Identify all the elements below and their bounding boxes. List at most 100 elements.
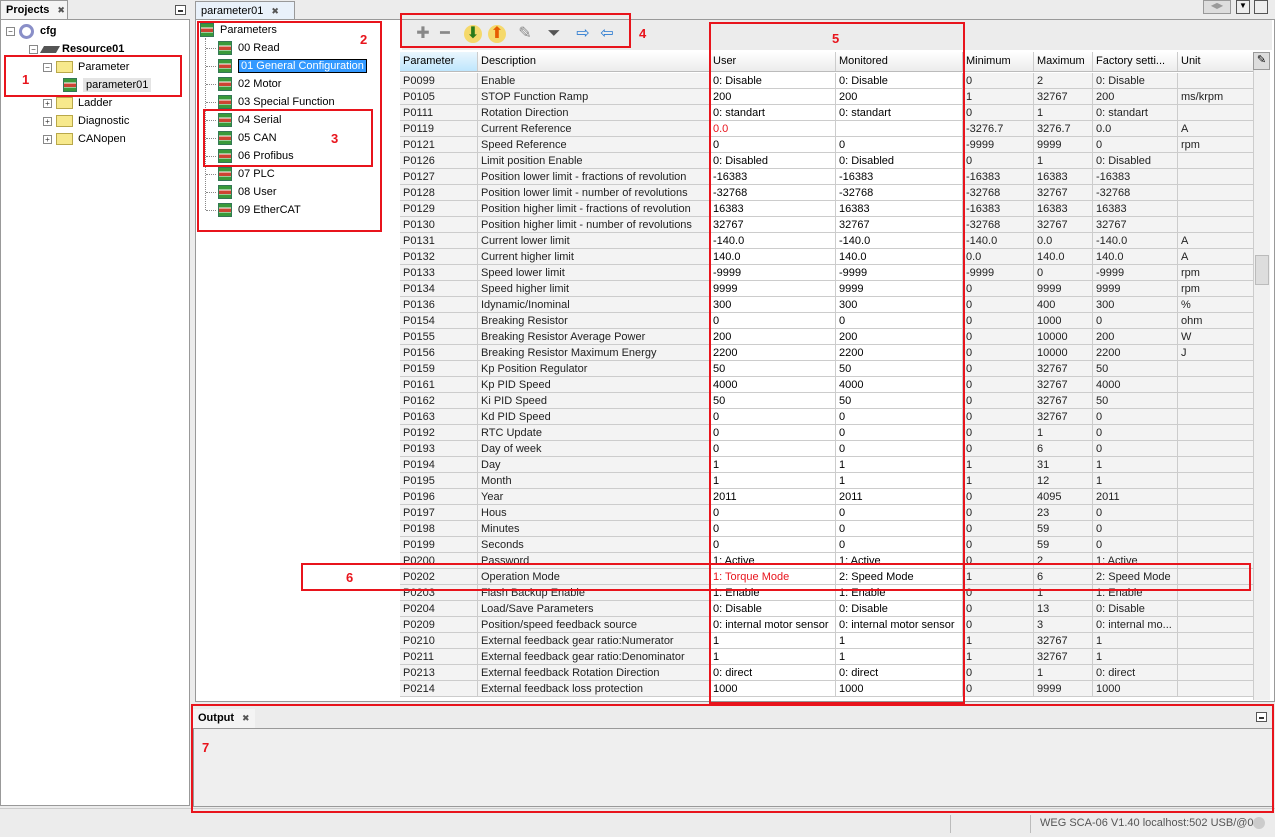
table-row[interactable]: P0195Month111121 bbox=[400, 473, 1255, 489]
table-row[interactable]: P0159Kp Position Regulator505003276750 bbox=[400, 361, 1255, 377]
table-row[interactable]: P0203Flash Backup Enable1: Enable1: Enab… bbox=[400, 585, 1255, 601]
tree-node-ladder[interactable]: +Ladder bbox=[43, 95, 112, 111]
table-row[interactable]: P0128Position lower limit - number of re… bbox=[400, 185, 1255, 201]
output-tab[interactable]: Output✖ bbox=[193, 709, 255, 728]
table-row[interactable]: P0162Ki PID Speed505003276750 bbox=[400, 393, 1255, 409]
table-row[interactable]: P0121Speed Reference00-999999990rpm bbox=[400, 137, 1255, 153]
close-icon[interactable]: ✖ bbox=[57, 5, 65, 15]
table-row[interactable]: P0105STOP Function Ramp200200132767200ms… bbox=[400, 89, 1255, 105]
tab-scroll-buttons[interactable]: ◀▶ bbox=[1203, 0, 1231, 14]
tree-node-canopen[interactable]: +CANopen bbox=[43, 131, 126, 147]
table-row[interactable]: P0211External feedback gear ratio:Denomi… bbox=[400, 649, 1255, 665]
table-row[interactable]: P0156Breaking Resistor Maximum Energy220… bbox=[400, 345, 1255, 361]
table-row[interactable]: P0210External feedback gear ratio:Numera… bbox=[400, 633, 1255, 649]
minimize-button[interactable] bbox=[175, 5, 186, 15]
param-group-2[interactable]: 02 Motor bbox=[206, 76, 281, 92]
table-cell[interactable]: 2011 bbox=[710, 489, 836, 505]
column-header[interactable]: Monitored bbox=[836, 52, 963, 71]
column-header[interactable]: Minimum bbox=[963, 52, 1034, 71]
table-cell[interactable]: 50 bbox=[710, 361, 836, 377]
table-row[interactable]: P0214External feedback loss protection10… bbox=[400, 681, 1255, 697]
param-group-3[interactable]: 03 Special Function bbox=[206, 94, 335, 110]
table-cell[interactable]: 0 bbox=[710, 425, 836, 441]
column-header[interactable]: Maximum bbox=[1034, 52, 1093, 71]
param-group-8[interactable]: 08 User bbox=[206, 184, 277, 200]
table-cell[interactable]: 0 bbox=[710, 505, 836, 521]
param-group-9[interactable]: 09 EtherCAT bbox=[206, 202, 301, 218]
table-cell[interactable]: 2200 bbox=[710, 345, 836, 361]
table-row[interactable]: P0198Minutes000590 bbox=[400, 521, 1255, 537]
maximize-button[interactable] bbox=[1254, 0, 1268, 14]
upload-gear-icon[interactable]: ⬆ bbox=[488, 25, 506, 43]
table-cell[interactable]: 0 bbox=[710, 521, 836, 537]
table-cell[interactable]: 0.0 bbox=[710, 121, 836, 137]
param-group-6[interactable]: 06 Profibus bbox=[206, 148, 294, 164]
param-group-7[interactable]: 07 PLC bbox=[206, 166, 275, 182]
edit-icon[interactable]: ✎ bbox=[516, 25, 534, 43]
table-cell[interactable]: 0: standart bbox=[710, 105, 836, 121]
collapse-icon[interactable]: − bbox=[43, 63, 52, 72]
table-cell[interactable]: 16383 bbox=[710, 201, 836, 217]
table-row[interactable]: P0197Hous000230 bbox=[400, 505, 1255, 521]
table-row[interactable]: P0204Load/Save Parameters0: Disable0: Di… bbox=[400, 601, 1255, 617]
column-header[interactable]: Description bbox=[478, 52, 710, 71]
vertical-scrollbar[interactable] bbox=[1253, 70, 1270, 700]
table-cell[interactable]: 0: direct bbox=[710, 665, 836, 681]
table-row[interactable]: P0136Idynamic/Inominal3003000400300% bbox=[400, 297, 1255, 313]
table-row[interactable]: P0154Breaking Resistor00010000ohm bbox=[400, 313, 1255, 329]
table-cell[interactable]: 1: Active bbox=[710, 553, 836, 569]
tab-parameter01[interactable]: parameter01✖ bbox=[195, 1, 295, 20]
param-group-0[interactable]: 00 Read bbox=[206, 40, 280, 56]
column-chooser-icon[interactable]: ✎ bbox=[1253, 52, 1270, 70]
table-cell[interactable]: 0 bbox=[710, 409, 836, 425]
table-row[interactable]: P0129Position higher limit - fractions o… bbox=[400, 201, 1255, 217]
table-cell[interactable]: 1 bbox=[710, 633, 836, 649]
table-row[interactable]: P0194Day111311 bbox=[400, 457, 1255, 473]
table-row[interactable]: P0199Seconds000590 bbox=[400, 537, 1255, 553]
import-icon[interactable]: ⇦ bbox=[598, 25, 616, 43]
expand-icon[interactable]: + bbox=[43, 135, 52, 144]
table-row[interactable]: P0132Current higher limit140.0140.00.014… bbox=[400, 249, 1255, 265]
table-row[interactable]: P0192RTC Update00010 bbox=[400, 425, 1255, 441]
table-row[interactable]: P0133Speed lower limit-9999-9999-99990-9… bbox=[400, 265, 1255, 281]
table-cell[interactable]: -140.0 bbox=[710, 233, 836, 249]
column-header[interactable]: Unit bbox=[1178, 52, 1255, 71]
table-cell[interactable]: 32767 bbox=[710, 217, 836, 233]
table-cell[interactable]: 0: Disable bbox=[710, 73, 836, 89]
close-icon[interactable]: ✖ bbox=[271, 6, 279, 16]
table-cell[interactable]: 0 bbox=[710, 441, 836, 457]
table-cell[interactable]: 1: Enable bbox=[710, 585, 836, 601]
table-row[interactable]: P0126Limit position Enable0: Disabled0: … bbox=[400, 153, 1255, 169]
collapse-icon[interactable]: − bbox=[6, 27, 15, 36]
param-group-5[interactable]: 05 CAN bbox=[206, 130, 277, 146]
table-cell[interactable]: 0 bbox=[710, 137, 836, 153]
table-cell[interactable]: 0 bbox=[710, 537, 836, 553]
table-cell[interactable]: -9999 bbox=[710, 265, 836, 281]
column-header[interactable]: Factory setti... bbox=[1093, 52, 1178, 71]
download-gear-icon[interactable]: ⬇ bbox=[464, 25, 482, 43]
table-cell[interactable]: 0 bbox=[710, 313, 836, 329]
table-cell[interactable]: 1 bbox=[710, 649, 836, 665]
tree-root-parameters[interactable]: Parameters bbox=[200, 22, 277, 38]
table-cell[interactable]: 200 bbox=[710, 329, 836, 345]
table-row[interactable]: P0196Year20112011040952011 bbox=[400, 489, 1255, 505]
table-row[interactable]: P0213External feedback Rotation Directio… bbox=[400, 665, 1255, 681]
projects-tab[interactable]: Projects✖ bbox=[0, 0, 68, 19]
table-cell[interactable]: 1: Torque Mode bbox=[710, 569, 836, 585]
table-row[interactable]: P0134Speed higher limit99999999099999999… bbox=[400, 281, 1255, 297]
table-cell[interactable]: 200 bbox=[710, 89, 836, 105]
minus-icon[interactable]: ━ bbox=[436, 25, 454, 43]
table-cell[interactable]: -32768 bbox=[710, 185, 836, 201]
collapse-icon[interactable]: − bbox=[29, 45, 38, 54]
table-row[interactable]: P0200Password1: Active1: Active021: Acti… bbox=[400, 553, 1255, 569]
table-cell[interactable]: 9999 bbox=[710, 281, 836, 297]
export-icon[interactable]: ⇨ bbox=[574, 25, 592, 43]
table-row[interactable]: P0127Position lower limit - fractions of… bbox=[400, 169, 1255, 185]
table-cell[interactable]: 1 bbox=[710, 473, 836, 489]
tree-node-parameter[interactable]: −Parameter bbox=[43, 59, 129, 75]
tree-node-cfg[interactable]: −cfg bbox=[6, 23, 57, 39]
minimize-button[interactable] bbox=[1256, 712, 1267, 722]
table-cell[interactable]: 0: Disable bbox=[710, 601, 836, 617]
table-cell[interactable]: 4000 bbox=[710, 377, 836, 393]
filter-icon[interactable]: ⏷ bbox=[545, 25, 563, 43]
